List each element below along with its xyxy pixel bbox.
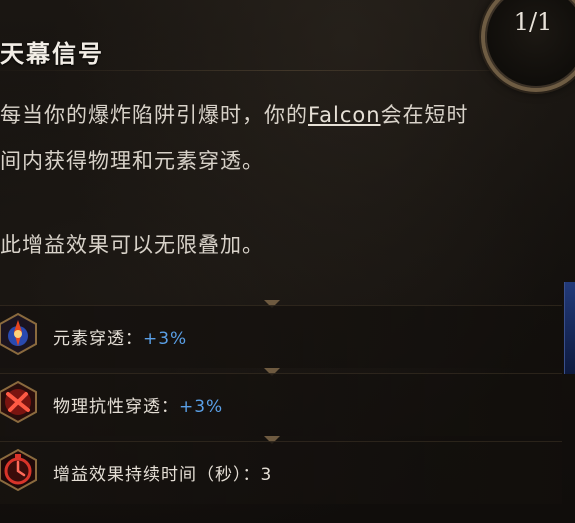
- stopwatch-icon: [0, 448, 37, 492]
- adjacent-panel-edge: [564, 282, 575, 374]
- skill-title: 天幕信号: [0, 40, 104, 68]
- stat-buff-duration: 增益效果持续时间（秒）：3: [53, 465, 273, 485]
- stat-row-buff-duration: 增益效果持续时间（秒）：3: [0, 441, 562, 504]
- stack-counter: 1/1: [513, 8, 553, 36]
- stat-row-elemental-penetration: 元素穿透：+3%: [0, 305, 562, 368]
- stat-elemental-penetration: 元素穿透：+3%: [53, 329, 188, 349]
- elemental-burst-icon: [0, 312, 37, 356]
- skill-description: 每当你的爆炸陷阱引爆时，你的Falcon会在短时 间内获得物理和元素穿透。 此增…: [0, 92, 540, 268]
- stat-row-physical-penetration: 物理抗性穿透：+3%: [0, 373, 562, 436]
- physical-slash-icon: [0, 380, 37, 424]
- falcon-link[interactable]: Falcon: [308, 103, 381, 127]
- stat-physical-penetration: 物理抗性穿透：+3%: [53, 397, 224, 417]
- description-line-2: 间内获得物理和元素穿透。: [0, 149, 264, 173]
- description-line-1: 每当你的爆炸陷阱引爆时，你的Falcon会在短时: [0, 103, 469, 127]
- skill-tooltip: 1/1 天幕信号 每当你的爆炸陷阱引爆时，你的Falcon会在短时 间内获得物理…: [0, 0, 575, 523]
- header-divider: [0, 70, 575, 71]
- description-line-3: 此增益效果可以无限叠加。: [0, 233, 264, 257]
